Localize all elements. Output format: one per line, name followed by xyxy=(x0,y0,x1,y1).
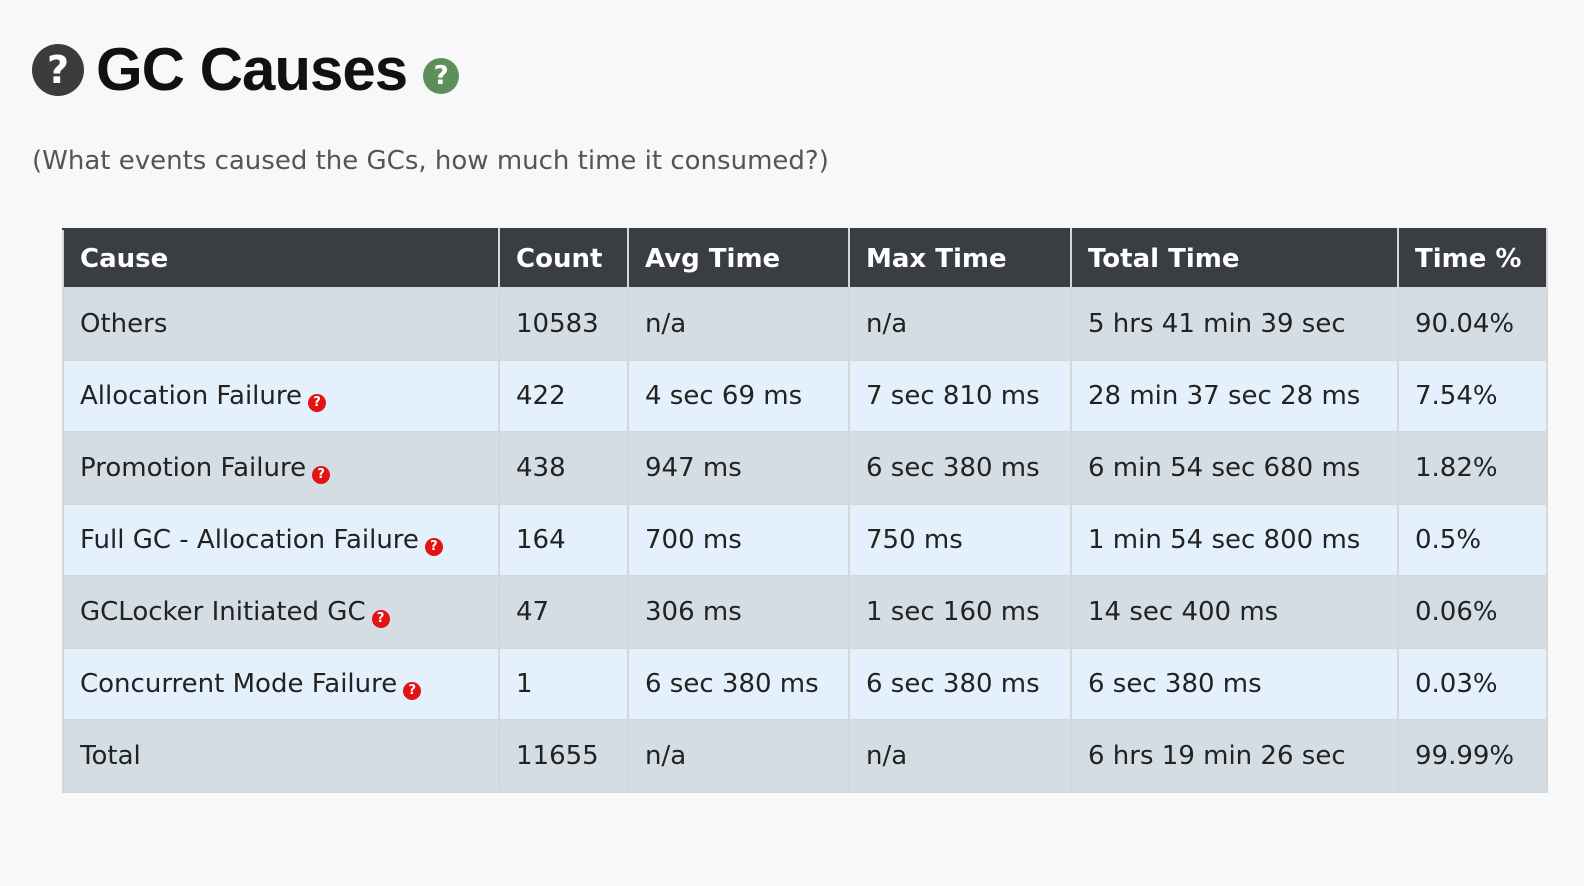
max-time-cell: n/a xyxy=(848,287,1072,361)
table-row: GCLocker Initiated GC? 47 306 ms 1 sec 1… xyxy=(62,575,1548,649)
max-time-cell: n/a xyxy=(848,719,1072,793)
avg-time-cell: 700 ms xyxy=(627,503,850,577)
table-row-total: Total 11655 n/a n/a 6 hrs 19 min 26 sec … xyxy=(62,719,1548,793)
cause-label: Full GC - Allocation Failure xyxy=(80,524,419,555)
cause-cell: Total xyxy=(62,719,500,793)
column-header-total-time[interactable]: Total Time xyxy=(1070,228,1399,289)
title-help-icon[interactable]: ? xyxy=(423,58,460,94)
total-time-cell: 6 hrs 19 min 26 sec xyxy=(1070,719,1399,793)
max-time-cell: 1 sec 160 ms xyxy=(848,575,1072,649)
gc-causes-page: ? GC Causes ? (What events caused the GC… xyxy=(0,0,1584,886)
max-time-cell: 6 sec 380 ms xyxy=(848,647,1072,721)
time-pct-cell: 0.5% xyxy=(1397,503,1548,577)
column-header-time-pct[interactable]: Time % xyxy=(1397,228,1548,289)
help-icon[interactable]: ? xyxy=(307,393,326,412)
table-row: Concurrent Mode Failure? 1 6 sec 380 ms … xyxy=(62,647,1548,721)
cause-label: Allocation Failure xyxy=(80,380,302,411)
cause-label: Others xyxy=(80,309,168,339)
cause-cell: Others xyxy=(62,287,500,361)
column-header-avg-time[interactable]: Avg Time xyxy=(627,228,850,289)
time-pct-cell: 0.06% xyxy=(1397,575,1548,649)
help-icon[interactable]: ? xyxy=(424,537,443,556)
column-header-cause[interactable]: Cause xyxy=(62,228,500,289)
table-row: Promotion Failure? 438 947 ms 6 sec 380 … xyxy=(62,431,1548,505)
page-subtitle: (What events caused the GCs, how much ti… xyxy=(32,146,829,176)
time-pct-cell: 0.03% xyxy=(1397,647,1548,721)
count-cell: 1 xyxy=(498,647,629,721)
page-title: GC Causes xyxy=(96,36,408,103)
table-row: Allocation Failure? 422 4 sec 69 ms 7 se… xyxy=(62,359,1548,433)
max-time-cell: 6 sec 380 ms xyxy=(848,431,1072,505)
avg-time-cell: 6 sec 380 ms xyxy=(627,647,850,721)
avg-time-cell: 4 sec 69 ms xyxy=(627,359,850,433)
cause-cell: Promotion Failure? xyxy=(62,431,500,505)
title-row: ? GC Causes ? xyxy=(32,36,460,103)
time-pct-cell: 99.99% xyxy=(1397,719,1548,793)
table-row: Others 10583 n/a n/a 5 hrs 41 min 39 sec… xyxy=(62,287,1548,361)
max-time-cell: 750 ms xyxy=(848,503,1072,577)
total-time-cell: 6 sec 380 ms xyxy=(1070,647,1399,721)
count-cell: 422 xyxy=(498,359,629,433)
question-circle-icon[interactable]: ? xyxy=(32,44,84,96)
avg-time-cell: n/a xyxy=(627,719,850,793)
column-header-max-time[interactable]: Max Time xyxy=(848,228,1072,289)
table-row: Full GC - Allocation Failure? 164 700 ms… xyxy=(62,503,1548,577)
total-time-cell: 14 sec 400 ms xyxy=(1070,575,1399,649)
gc-causes-table: Cause Count Avg Time Max Time Total Time… xyxy=(62,228,1548,793)
total-time-cell: 5 hrs 41 min 39 sec xyxy=(1070,287,1399,361)
time-pct-cell: 7.54% xyxy=(1397,359,1548,433)
cause-label: GCLocker Initiated GC xyxy=(80,596,366,627)
cause-cell: Allocation Failure? xyxy=(62,359,500,433)
count-cell: 164 xyxy=(498,503,629,577)
cause-label: Promotion Failure xyxy=(80,452,307,483)
max-time-cell: 7 sec 810 ms xyxy=(848,359,1072,433)
help-icon[interactable]: ? xyxy=(312,465,331,484)
count-cell: 438 xyxy=(498,431,629,505)
avg-time-cell: n/a xyxy=(627,287,850,361)
count-cell: 10583 xyxy=(498,287,629,361)
total-time-cell: 28 min 37 sec 28 ms xyxy=(1070,359,1399,433)
avg-time-cell: 306 ms xyxy=(627,575,850,649)
time-pct-cell: 90.04% xyxy=(1397,287,1548,361)
cause-cell: GCLocker Initiated GC? xyxy=(62,575,500,649)
total-time-cell: 6 min 54 sec 680 ms xyxy=(1070,431,1399,505)
total-time-cell: 1 min 54 sec 800 ms xyxy=(1070,503,1399,577)
count-cell: 11655 xyxy=(498,719,629,793)
time-pct-cell: 1.82% xyxy=(1397,431,1548,505)
avg-time-cell: 947 ms xyxy=(627,431,850,505)
cause-label: Total xyxy=(80,741,141,771)
cause-cell: Concurrent Mode Failure? xyxy=(62,647,500,721)
help-icon[interactable]: ? xyxy=(403,681,422,700)
column-header-count[interactable]: Count xyxy=(498,228,629,289)
cause-cell: Full GC - Allocation Failure? xyxy=(62,503,500,577)
table-header-row: Cause Count Avg Time Max Time Total Time… xyxy=(62,228,1548,289)
count-cell: 47 xyxy=(498,575,629,649)
cause-label: Concurrent Mode Failure xyxy=(80,668,398,699)
help-icon[interactable]: ? xyxy=(371,609,390,628)
